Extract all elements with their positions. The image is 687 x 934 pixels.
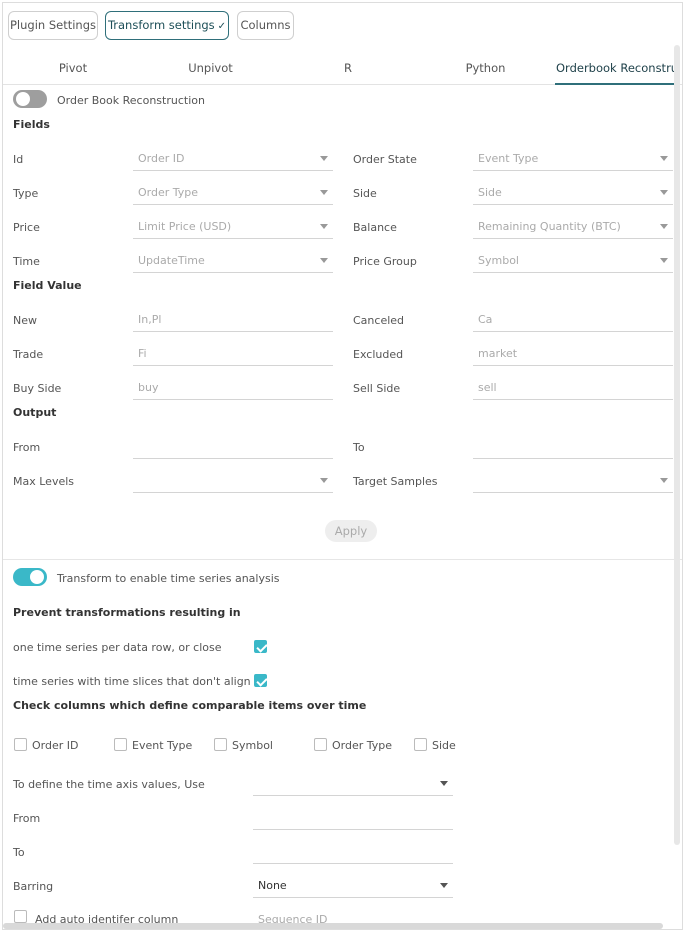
chevron-down-icon bbox=[660, 190, 668, 195]
orderbook-toggle-label: Order Book Reconstruction bbox=[57, 94, 205, 107]
balance-select[interactable]: Remaining Quantity (BTC) bbox=[473, 215, 673, 239]
subtab-pivot[interactable]: Pivot bbox=[38, 53, 108, 85]
prevent-option-label: one time series per data row, or close bbox=[13, 641, 222, 654]
field-value-heading: Field Value bbox=[13, 279, 82, 292]
column-label: Side bbox=[432, 739, 456, 752]
chevron-down-icon bbox=[320, 258, 328, 263]
max-levels-select[interactable] bbox=[133, 469, 333, 493]
output-heading: Output bbox=[13, 406, 57, 419]
column-checkbox-order-id[interactable] bbox=[14, 738, 27, 751]
subtab-orderbook-reconstruction[interactable]: Orderbook Reconstruction bbox=[555, 53, 676, 85]
trade-input[interactable]: Fi bbox=[133, 342, 333, 366]
excluded-input[interactable]: market bbox=[473, 342, 673, 366]
output-to-label: To bbox=[353, 441, 365, 454]
auto-id-checkbox[interactable] bbox=[14, 910, 27, 923]
fields-heading: Fields bbox=[13, 118, 50, 131]
chevron-down-icon bbox=[320, 224, 328, 229]
sell-side-input[interactable]: sell bbox=[473, 376, 673, 400]
max-levels-label: Max Levels bbox=[13, 475, 75, 488]
prevent-one-series-checkbox[interactable] bbox=[254, 640, 267, 653]
tab-transform-settings[interactable]: Transform settings ✓ bbox=[105, 11, 229, 40]
prevent-option-label: time series with time slices that don't … bbox=[13, 675, 251, 688]
section-divider bbox=[3, 559, 682, 560]
apply-button[interactable]: Apply bbox=[325, 520, 377, 542]
ts-from-input[interactable] bbox=[253, 806, 453, 830]
tab-columns[interactable]: Columns bbox=[237, 11, 294, 40]
canceled-label: Canceled bbox=[353, 314, 405, 327]
transform-type-tabs: Pivot Unpivot R Python Orderbook Reconst… bbox=[3, 53, 682, 85]
column-label: Order Type bbox=[332, 739, 393, 752]
chevron-down-icon bbox=[320, 478, 328, 483]
subtab-r[interactable]: R bbox=[328, 53, 368, 85]
price-group-label: Price Group bbox=[353, 255, 417, 268]
checkmark-icon: ✓ bbox=[217, 21, 227, 32]
side-label: Side bbox=[353, 187, 377, 200]
output-to-input[interactable] bbox=[473, 435, 673, 459]
sell-side-label: Sell Side bbox=[353, 382, 401, 395]
target-samples-select[interactable] bbox=[473, 469, 673, 493]
ts-to-label: To bbox=[13, 846, 25, 859]
chevron-down-icon bbox=[440, 883, 448, 888]
chevron-down-icon bbox=[660, 258, 668, 263]
timeseries-toggle-label: Transform to enable time series analysis bbox=[57, 572, 280, 585]
canceled-input[interactable]: Ca bbox=[473, 308, 673, 332]
price-group-select[interactable]: Symbol bbox=[473, 249, 673, 273]
chevron-down-icon bbox=[320, 190, 328, 195]
type-select[interactable]: Order Type bbox=[133, 181, 333, 205]
target-samples-label: Target Samples bbox=[353, 475, 438, 488]
prevent-unaligned-checkbox[interactable] bbox=[254, 674, 267, 687]
ts-to-input[interactable] bbox=[253, 840, 453, 864]
chevron-down-icon bbox=[660, 156, 668, 161]
buy-side-label: Buy Side bbox=[13, 382, 62, 395]
side-select[interactable]: Side bbox=[473, 181, 673, 205]
new-input[interactable]: In,Pl bbox=[133, 308, 333, 332]
price-select[interactable]: Limit Price (USD) bbox=[133, 215, 333, 239]
excluded-label: Excluded bbox=[353, 348, 404, 361]
orderbook-toggle[interactable] bbox=[13, 90, 47, 108]
tab-plugin-settings[interactable]: Plugin Settings bbox=[8, 11, 98, 40]
time-select[interactable]: UpdateTime bbox=[133, 249, 333, 273]
order-state-label: Order State bbox=[353, 153, 417, 166]
chevron-down-icon bbox=[320, 156, 328, 161]
chevron-down-icon bbox=[440, 781, 448, 786]
time-axis-label: To define the time axis values, Use bbox=[13, 778, 205, 791]
time-label: Time bbox=[13, 255, 40, 268]
column-label: Symbol bbox=[232, 739, 273, 752]
ts-from-label: From bbox=[13, 812, 41, 825]
chevron-down-icon bbox=[660, 224, 668, 229]
horizontal-scrollbar[interactable] bbox=[3, 923, 663, 929]
prevent-heading: Prevent transformations resulting in bbox=[13, 606, 241, 619]
subtab-unpivot[interactable]: Unpivot bbox=[173, 53, 248, 85]
column-label: Event Type bbox=[132, 739, 193, 752]
vertical-scrollbar[interactable] bbox=[674, 45, 680, 845]
output-from-label: From bbox=[13, 441, 41, 454]
output-from-input[interactable] bbox=[133, 435, 333, 459]
type-label: Type bbox=[13, 187, 39, 200]
balance-label: Balance bbox=[353, 221, 397, 234]
timeseries-toggle[interactable] bbox=[13, 568, 47, 586]
column-checkbox-order-type[interactable] bbox=[314, 738, 327, 751]
column-label: Order ID bbox=[32, 739, 79, 752]
price-label: Price bbox=[13, 221, 40, 234]
subtab-python[interactable]: Python bbox=[453, 53, 518, 85]
buy-side-input[interactable]: buy bbox=[133, 376, 333, 400]
time-axis-select[interactable] bbox=[253, 772, 453, 796]
id-label: Id bbox=[13, 153, 24, 166]
barring-select[interactable]: None bbox=[253, 874, 453, 898]
chevron-down-icon bbox=[660, 478, 668, 483]
barring-label: Barring bbox=[13, 880, 54, 893]
check-columns-heading: Check columns which define comparable it… bbox=[13, 699, 367, 712]
column-checkbox-side[interactable] bbox=[414, 738, 427, 751]
trade-label: Trade bbox=[13, 348, 44, 361]
new-label: New bbox=[13, 314, 37, 327]
column-checkbox-symbol[interactable] bbox=[214, 738, 227, 751]
transform-settings-panel: Plugin Settings Transform settings ✓ Colu… bbox=[2, 2, 683, 930]
order-state-select[interactable]: Event Type bbox=[473, 147, 673, 171]
column-checkbox-event-type[interactable] bbox=[114, 738, 127, 751]
id-select[interactable]: Order ID bbox=[133, 147, 333, 171]
